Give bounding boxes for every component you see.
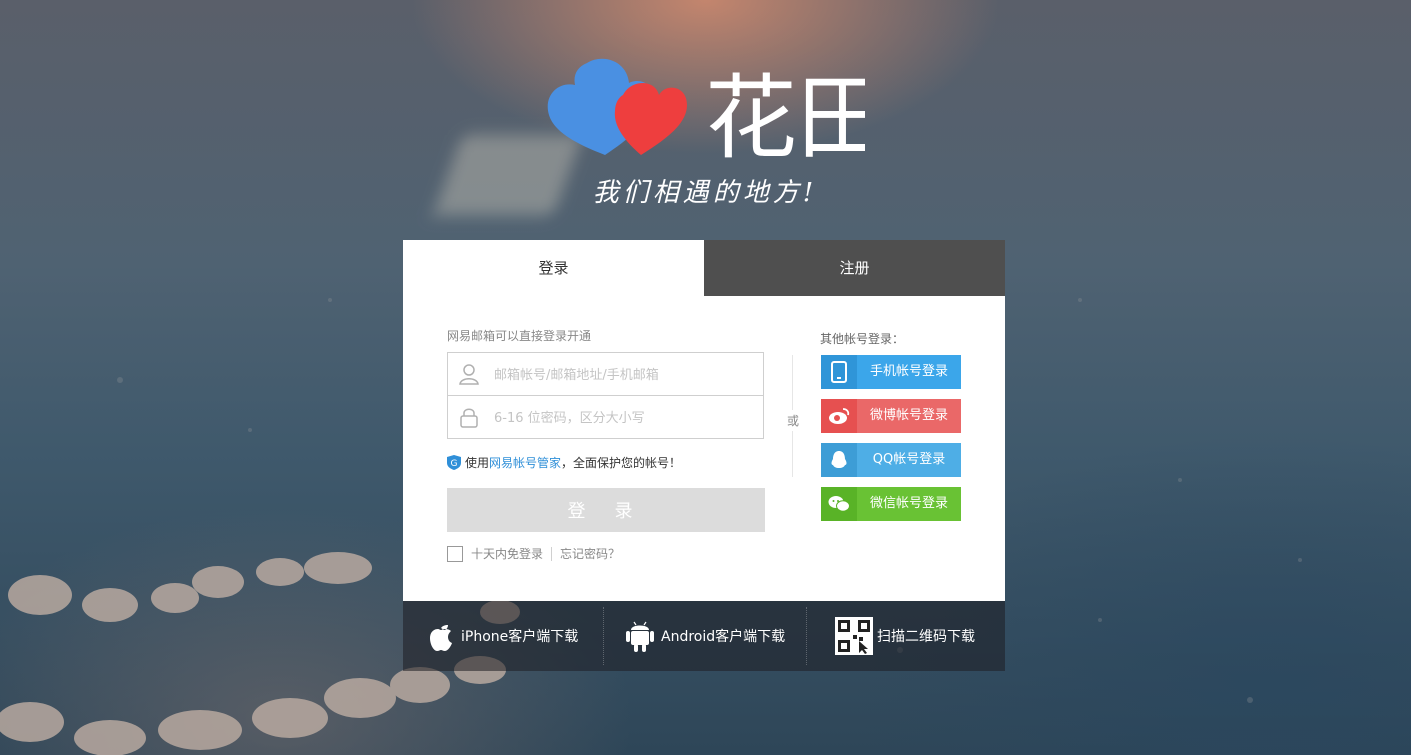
- tab-login[interactable]: 登录: [403, 240, 704, 296]
- download-separator: [603, 607, 605, 665]
- password-input[interactable]: [492, 396, 756, 440]
- or-label: 或: [787, 410, 800, 431]
- svg-text:G: G: [451, 459, 458, 469]
- wechat-login-button[interactable]: 微信帐号登录: [821, 487, 961, 521]
- wechat-login-label: 微信帐号登录: [869, 496, 948, 511]
- brand-name: 花田: [705, 65, 865, 165]
- iphone-download-label: iPhone客户端下载: [461, 629, 579, 645]
- other-login-title: 其他帐号登录：: [820, 332, 905, 346]
- login-button[interactable]: 登 录: [447, 488, 765, 532]
- login-panel: 登录 注册 网易邮箱可以直接登录开通 G 使用网易帐号管家，全面保护您的帐号！ …: [403, 240, 1005, 601]
- android-icon: [626, 621, 654, 652]
- remember-row: 十天内免登录 忘记密码？: [447, 545, 620, 562]
- qq-login-label: QQ帐号登录: [872, 452, 946, 467]
- remember-checkbox[interactable]: [447, 546, 463, 562]
- forgot-password-link[interactable]: 忘记密码？: [560, 547, 620, 561]
- slogan: 我们相遇的地方!: [592, 178, 818, 208]
- huatian-logo: 花田: [547, 58, 865, 165]
- weibo-icon: [821, 399, 857, 433]
- user-icon: [459, 364, 479, 385]
- android-download-label: Android客户端下载: [661, 629, 786, 645]
- phone-icon: [821, 355, 857, 389]
- download-separator: [806, 607, 808, 665]
- username-input[interactable]: [492, 353, 756, 397]
- qrcode-icon: [835, 617, 873, 655]
- remember-label[interactable]: 十天内免登录: [471, 547, 543, 561]
- iphone-download-link[interactable]: iPhone客户端下载: [425, 601, 578, 671]
- wechat-icon: [821, 487, 857, 521]
- qq-icon: [821, 443, 857, 477]
- shield-icon: G: [447, 455, 461, 470]
- download-bar: iPhone客户端下载 Android客户端下载 扫描二维码下载: [403, 601, 1005, 671]
- remember-divider: [551, 547, 553, 561]
- phone-login-label: 手机帐号登录: [869, 364, 948, 379]
- qrcode-download-label: 扫描二维码下载: [877, 629, 975, 645]
- login-hint: 网易邮箱可以直接登录开通: [447, 329, 592, 343]
- phone-login-button[interactable]: 手机帐号登录: [821, 355, 961, 389]
- tab-register[interactable]: 注册: [704, 240, 1005, 296]
- password-field[interactable]: [447, 395, 764, 440]
- guard-suffix: ，全面保护您的帐号！: [561, 456, 682, 470]
- weibo-login-button[interactable]: 微博帐号登录: [821, 399, 961, 433]
- weibo-login-label: 微博帐号登录: [869, 408, 948, 423]
- qrcode-download-link[interactable]: 扫描二维码下载: [835, 601, 975, 671]
- qq-login-button[interactable]: QQ帐号登录: [821, 443, 961, 477]
- account-guard-notice: G 使用网易帐号管家，全面保护您的帐号！: [447, 454, 681, 471]
- lock-icon: [460, 408, 478, 428]
- account-manager-link[interactable]: 网易帐号管家: [489, 456, 561, 470]
- android-download-link[interactable]: Android客户端下载: [623, 601, 785, 671]
- apple-icon: [430, 625, 452, 651]
- guard-prefix: 使用: [465, 456, 490, 470]
- username-field[interactable]: [447, 352, 764, 397]
